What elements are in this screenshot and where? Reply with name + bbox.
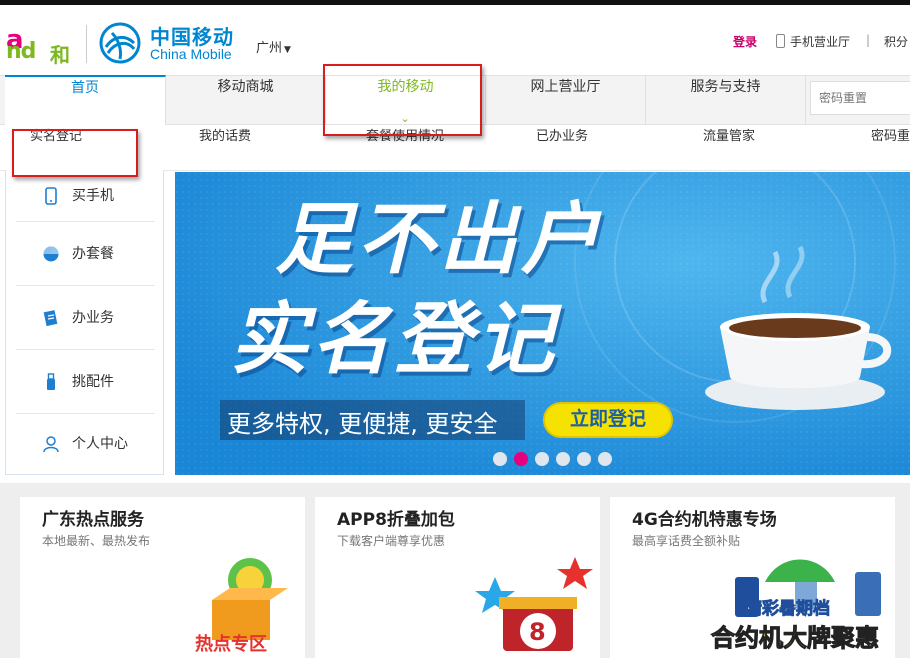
- card-art-text: 合约机大牌聚惠: [711, 624, 879, 652]
- and-brand-logo[interactable]: a nd 和: [6, 23, 76, 67]
- nav-service[interactable]: 服务与支持: [646, 76, 806, 124]
- carousel-dots: [493, 452, 619, 468]
- subnav-handled-business[interactable]: 已办业务: [536, 125, 588, 170]
- sidebar-item-label: 挑配件: [72, 373, 114, 390]
- sidebar-item-accessories[interactable]: 挑配件: [16, 350, 155, 414]
- gift-box-icon: 8: [475, 557, 593, 651]
- nav-my-mobile-label: 我的移动: [377, 79, 434, 95]
- sidebar-item-business[interactable]: 办业务: [16, 286, 155, 350]
- usb-icon: [47, 372, 55, 390]
- sidebar: 买手机 办套餐 办业务 挑配件 个人中心: [5, 170, 164, 475]
- carousel-dot[interactable]: [577, 452, 591, 466]
- and-logo-nd: nd: [6, 39, 36, 64]
- banner-title-line1: 足不出户: [275, 195, 604, 285]
- logo-divider: [86, 25, 87, 63]
- card-art-text: 8: [529, 618, 546, 646]
- register-now-button[interactable]: 立即登记: [543, 402, 673, 438]
- sidebar-item-label: 办业务: [72, 309, 114, 326]
- header-separator: |: [866, 33, 871, 47]
- sidebar-item-personal-center[interactable]: 个人中心: [16, 414, 155, 474]
- city-selector[interactable]: 广州 ▼: [256, 37, 291, 56]
- coffee-cup-icon: [705, 245, 892, 410]
- carousel-dot[interactable]: [493, 452, 507, 466]
- and-logo-he: 和: [50, 43, 70, 67]
- phones-promo-icon: 精彩暑期档 合约机大牌聚惠: [711, 559, 881, 653]
- card-subtitle: 本地最新、最热发布: [42, 534, 151, 548]
- nav-home[interactable]: 首页: [5, 75, 166, 126]
- sidebar-item-label: 个人中心: [72, 436, 128, 452]
- card-title: 广东热点服务: [42, 510, 144, 530]
- site-header: a nd 和 中国移动 China Mobile 广州 ▼ 登录 手机营业厅 | …: [0, 5, 910, 75]
- promo-card-app8[interactable]: APP8折叠加包 下载客户端尊享优惠 8: [315, 497, 600, 658]
- subnav-password-reset[interactable]: 密码重: [871, 125, 910, 170]
- card-title: APP8折叠加包: [337, 510, 455, 530]
- phone-icon: [45, 186, 57, 205]
- search-input[interactable]: [810, 81, 910, 115]
- chevron-down-icon: ⌄: [400, 112, 410, 125]
- package-icon: [43, 246, 59, 261]
- china-mobile-name-en[interactable]: China Mobile: [150, 46, 232, 62]
- phone-icon: [776, 34, 785, 48]
- banner-title-line2: 实名登记: [230, 295, 559, 385]
- carousel-dot[interactable]: [556, 452, 570, 466]
- card-subtitle: 最高享话费全额补贴: [632, 534, 741, 548]
- promo-card-4g-phone[interactable]: 4G合约机特惠专场 最高享话费全额补贴 精彩暑期档 合约机大牌聚惠: [610, 497, 895, 658]
- nav-online-hall[interactable]: 网上营业厅: [486, 76, 646, 124]
- form-icon: [43, 309, 58, 326]
- carousel-dot[interactable]: [598, 452, 612, 466]
- carousel-dot-active[interactable]: [514, 452, 528, 466]
- points-link[interactable]: 积分: [884, 33, 908, 50]
- sidebar-item-buy-phone[interactable]: 买手机: [16, 170, 155, 222]
- subnav-realname[interactable]: 实名登记: [30, 125, 82, 170]
- sidebar-item-label: 办套餐: [72, 245, 114, 262]
- main-nav: 首页 移动商城 我的移动 ⌄ 网上营业厅 服务与支持: [0, 75, 910, 126]
- sub-nav: 实名登记 我的话费 套餐使用情况 已办业务 流量管家 密码重: [0, 125, 910, 171]
- card-subtitle: 下载客户端尊享优惠: [337, 534, 446, 548]
- card-art-text: 精彩暑期档: [745, 598, 830, 619]
- mobile-hall-link[interactable]: 手机营业厅: [776, 33, 850, 50]
- subnav-plan-usage[interactable]: 套餐使用情况: [366, 125, 444, 170]
- nav-mall[interactable]: 移动商城: [166, 76, 326, 124]
- china-mobile-logo-icon[interactable]: [98, 21, 142, 65]
- sidebar-item-package[interactable]: 办套餐: [16, 222, 155, 286]
- card-title: 4G合约机特惠专场: [632, 510, 777, 530]
- hero-banner[interactable]: 足不出户 实名登记 更多特权, 更便捷, 更安全 立即登记: [175, 172, 910, 475]
- mobile-hall-label: 手机营业厅: [790, 35, 851, 49]
- city-label: 广州: [256, 41, 283, 56]
- nav-my-mobile[interactable]: 我的移动 ⌄: [326, 76, 486, 125]
- subnav-data-manager[interactable]: 流量管家: [703, 125, 755, 170]
- caret-down-icon: ▼: [284, 45, 291, 55]
- promo-card-hot-service[interactable]: 广东热点服务 本地最新、最热发布 热点专区: [20, 497, 305, 658]
- sidebar-item-label: 买手机: [72, 187, 114, 204]
- hot-zone-box-icon: 热点专区: [195, 558, 288, 655]
- carousel-dot[interactable]: [535, 452, 549, 466]
- subnav-my-bill[interactable]: 我的话费: [199, 125, 251, 170]
- person-icon: [43, 436, 59, 453]
- banner-slogan: 更多特权, 更便捷, 更安全: [227, 410, 498, 438]
- card-art-text: 热点专区: [195, 633, 267, 655]
- login-link[interactable]: 登录: [733, 33, 757, 50]
